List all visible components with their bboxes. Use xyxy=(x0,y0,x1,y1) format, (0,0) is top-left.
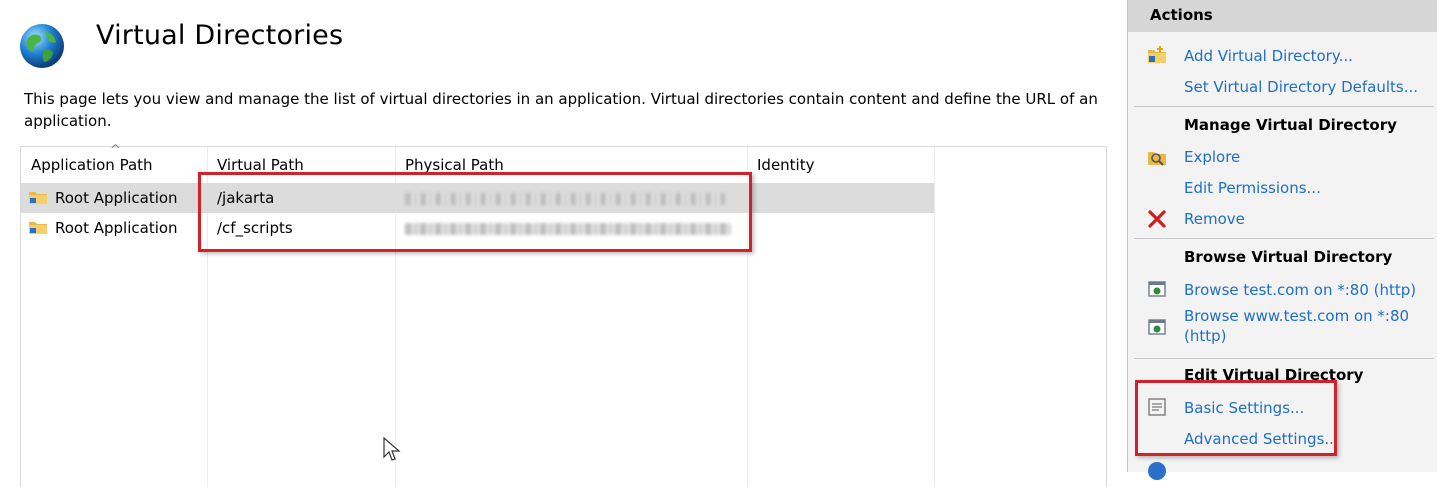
globe-icon xyxy=(20,24,64,68)
remove-icon xyxy=(1148,210,1166,228)
cell-application-path: Root Application xyxy=(55,189,178,207)
edit-permissions-link[interactable]: Edit Permissions... xyxy=(1184,178,1321,198)
cell-application-path: Root Application xyxy=(55,219,178,237)
section-divider xyxy=(1134,106,1434,107)
page-title: Virtual Directories xyxy=(96,20,344,51)
manage-virtual-directory-title: Manage Virtual Directory xyxy=(1184,116,1397,134)
browse-icon xyxy=(1148,281,1166,297)
actions-header: Actions xyxy=(1128,0,1437,32)
browse-icon xyxy=(1148,319,1166,335)
explore-icon xyxy=(1148,152,1166,166)
browse-www-test-com-line2: (http) xyxy=(1184,327,1227,345)
explore-link[interactable]: Explore xyxy=(1184,147,1240,167)
folder-app-icon xyxy=(29,222,47,234)
add-virtual-directory-link[interactable]: Add Virtual Directory... xyxy=(1184,46,1353,66)
add-folder-icon xyxy=(1148,46,1166,63)
header-identity[interactable]: Identity xyxy=(747,147,934,183)
page-description: This page lets you view and manage the l… xyxy=(24,90,1098,130)
annotation-highlight-box xyxy=(1135,380,1337,456)
section-divider xyxy=(1134,358,1434,359)
help-icon-partial[interactable] xyxy=(1148,462,1166,480)
header-application-path[interactable]: Application Path xyxy=(21,147,207,183)
annotation-highlight-box xyxy=(198,172,752,252)
browse-www-test-com-line1: Browse www.test.com on *:80 xyxy=(1184,307,1410,325)
set-virtual-directory-defaults-link[interactable]: Set Virtual Directory Defaults... xyxy=(1184,77,1418,97)
browse-virtual-directory-title: Browse Virtual Directory xyxy=(1184,248,1393,266)
section-divider xyxy=(1134,238,1434,239)
folder-app-icon xyxy=(29,192,47,204)
mouse-cursor-icon xyxy=(383,437,401,461)
column-divider xyxy=(934,147,935,487)
browse-www-test-com-link[interactable]: Browse www.test.com on *:80 (http) xyxy=(1184,306,1409,346)
actions-title: Actions xyxy=(1150,6,1213,24)
main-pane: Virtual Directories This page lets you v… xyxy=(0,0,1120,487)
browse-test-com-link[interactable]: Browse test.com on *:80 (http) xyxy=(1184,280,1416,300)
remove-link[interactable]: Remove xyxy=(1184,209,1245,229)
